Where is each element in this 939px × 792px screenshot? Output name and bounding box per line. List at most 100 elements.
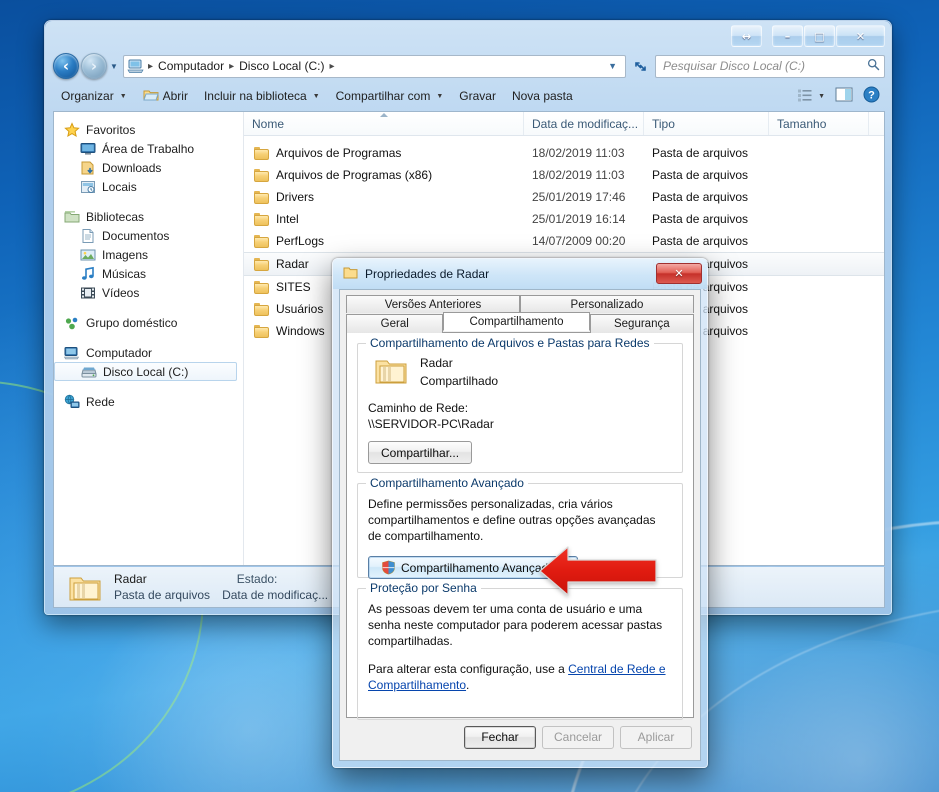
sidebar-section-favoritos[interactable]: Favoritos bbox=[54, 120, 243, 139]
file-type: Pasta de arquivos bbox=[652, 212, 749, 226]
help-button[interactable]: ? bbox=[858, 83, 885, 109]
details-line-2: Pasta de arquivos Data de modificaç... bbox=[114, 588, 328, 602]
open-folder-icon bbox=[142, 88, 159, 105]
toolbar-share-label: Compartilhar com bbox=[335, 89, 431, 103]
toolbar-burn[interactable]: Gravar bbox=[451, 86, 504, 106]
help-icon: ? bbox=[863, 86, 880, 106]
advanced-description: Define permissões personalizadas, cria v… bbox=[368, 497, 656, 543]
sidebar-label: Músicas bbox=[102, 266, 147, 281]
sidebar-item-videos[interactable]: Vídeos bbox=[54, 283, 243, 302]
navigation-pane[interactable]: Favoritos Área de Trabalho Downloads Loc… bbox=[54, 112, 244, 565]
sidebar-item-locais[interactable]: Locais bbox=[54, 177, 243, 196]
file-name: Windows bbox=[276, 324, 325, 338]
password-hint: Para alterar esta configuração, use a Ce… bbox=[368, 661, 672, 693]
group-legend: Proteção por Senha bbox=[366, 581, 481, 595]
group-legend: Compartilhamento Avançado bbox=[366, 476, 528, 490]
change-view-button[interactable]: ▼ bbox=[792, 85, 830, 108]
sidebar-item-disco-local-c[interactable]: Disco Local (C:) bbox=[54, 362, 237, 381]
apply-button[interactable]: Aplicar bbox=[620, 725, 692, 749]
sidebar-section-grupo-domestico[interactable]: Grupo doméstico bbox=[54, 313, 243, 332]
folder-icon bbox=[254, 302, 270, 316]
tab-compartilhamento[interactable]: Compartilhamento bbox=[443, 312, 590, 331]
preview-pane-icon bbox=[835, 87, 853, 105]
sidebar-section-computador[interactable]: Computador bbox=[54, 343, 243, 362]
breadcrumb-item-computador[interactable]: Computador bbox=[155, 59, 227, 73]
share-button[interactable]: Compartilhar... bbox=[368, 441, 473, 464]
sidebar-label: Grupo doméstico bbox=[86, 315, 178, 330]
details-texts: Radar Estado: Pasta de arquivos Data de … bbox=[114, 572, 328, 602]
toolbar-open[interactable]: Abrir bbox=[135, 85, 196, 108]
forward-arrow-icon: › bbox=[90, 57, 98, 75]
close-dialog-button[interactable]: Fechar bbox=[464, 725, 536, 749]
toolbar-share-with[interactable]: Compartilhar com ▼ bbox=[328, 86, 452, 106]
sidebar-item-documentos[interactable]: Documentos bbox=[54, 226, 243, 245]
file-name: Usuários bbox=[276, 302, 324, 316]
toolbar-include-in-library[interactable]: Incluir na biblioteca ▼ bbox=[196, 86, 328, 106]
close-icon: ✕ bbox=[855, 29, 866, 43]
dialog-close-button[interactable]: ✕ bbox=[656, 263, 702, 284]
column-header-tipo[interactable]: Tipo bbox=[644, 112, 769, 135]
column-header-nome[interactable]: Nome bbox=[244, 112, 524, 135]
tab-geral[interactable]: Geral bbox=[346, 314, 444, 333]
harddisk-icon bbox=[81, 364, 97, 380]
address-dropdown-icon[interactable]: ▼ bbox=[602, 61, 623, 71]
annotation-arrow bbox=[538, 545, 658, 597]
sidebar-item-musicas[interactable]: Músicas bbox=[54, 264, 243, 283]
file-date: 25/01/2019 16:14 bbox=[532, 212, 626, 226]
tab-versoes-anteriores[interactable]: Versões Anteriores bbox=[346, 295, 520, 313]
sidebar-label: Bibliotecas bbox=[86, 209, 145, 224]
computer-icon bbox=[127, 58, 144, 74]
explorer-titlebar: ↔ – □ ✕ bbox=[45, 21, 891, 51]
toolbar-include-label: Incluir na biblioteca bbox=[203, 89, 307, 103]
restore-down-icon[interactable]: ↔ bbox=[731, 25, 762, 47]
network-icon bbox=[64, 394, 80, 410]
search-input[interactable]: Pesquisar Disco Local (C:) bbox=[655, 54, 885, 78]
breadcrumb[interactable]: ▸ Computador ▸ Disco Local (C:) ▸ ▼ bbox=[123, 54, 626, 78]
table-row[interactable]: Drivers 25/01/2019 17:46 Pasta de arquiv… bbox=[244, 186, 884, 208]
column-header-data[interactable]: Data de modificaç... bbox=[524, 112, 644, 135]
table-row[interactable]: PerfLogs 14/07/2009 00:20 Pasta de arqui… bbox=[244, 230, 884, 252]
details-name: Radar bbox=[114, 572, 147, 586]
group-network-sharing: Compartilhamento de Arquivos e Pastas pa… bbox=[357, 336, 683, 473]
search-placeholder: Pesquisar Disco Local (C:) bbox=[663, 59, 806, 73]
back-button[interactable]: ‹ bbox=[53, 53, 79, 79]
refresh-button[interactable] bbox=[628, 54, 652, 79]
file-date: 14/07/2009 00:20 bbox=[532, 234, 626, 248]
toolbar-new-folder[interactable]: Nova pasta bbox=[504, 86, 581, 106]
sidebar-section-rede[interactable]: Rede bbox=[54, 392, 243, 411]
sidebar-label: Rede bbox=[86, 394, 115, 409]
minimize-button[interactable]: – bbox=[772, 25, 803, 47]
sidebar-item-downloads[interactable]: Downloads bbox=[54, 158, 243, 177]
recent-pages-button[interactable]: ▼ bbox=[107, 54, 121, 78]
pictures-icon bbox=[80, 247, 96, 263]
chevron-down-icon: ▼ bbox=[436, 92, 444, 100]
sidebar-label: Disco Local (C:) bbox=[103, 364, 189, 379]
command-toolbar: Organizar ▼ Abrir Incluir na biblioteca … bbox=[53, 83, 885, 109]
forward-button[interactable]: › bbox=[81, 53, 107, 79]
cancel-button[interactable]: Cancelar bbox=[542, 725, 614, 749]
close-button[interactable]: ✕ bbox=[836, 25, 885, 47]
table-row[interactable]: Intel 25/01/2019 16:14 Pasta de arquivos bbox=[244, 208, 884, 230]
file-name: Arquivos de Programas (x86) bbox=[276, 168, 433, 182]
password-description: As pessoas devem ter uma conta de usuári… bbox=[368, 602, 663, 648]
tab-personalizado[interactable]: Personalizado bbox=[520, 295, 694, 313]
tab-seguranca[interactable]: Segurança bbox=[589, 314, 694, 333]
table-row[interactable]: Arquivos de Programas (x86) 18/02/2019 1… bbox=[244, 164, 884, 186]
sidebar-item-imagens[interactable]: Imagens bbox=[54, 245, 243, 264]
folder-icon bbox=[254, 324, 270, 338]
sidebar-section-bibliotecas[interactable]: Bibliotecas bbox=[54, 207, 243, 226]
back-arrow-icon: ‹ bbox=[62, 57, 70, 75]
address-bar: ‹ › ▼ ▸ Computador ▸ Disco Local (C:) ▸ … bbox=[53, 53, 885, 79]
share-header: Radar Compartilhado bbox=[368, 356, 672, 388]
tab-panel-compartilhamento: Compartilhamento de Arquivos e Pastas pa… bbox=[346, 332, 694, 720]
table-row[interactable]: Arquivos de Programas 18/02/2019 11:03 P… bbox=[244, 142, 884, 164]
file-name: PerfLogs bbox=[276, 234, 325, 248]
sidebar-item-area-de-trabalho[interactable]: Área de Trabalho bbox=[54, 139, 243, 158]
column-header-tamanho[interactable]: Tamanho bbox=[769, 112, 869, 135]
maximize-button[interactable]: □ bbox=[804, 25, 835, 47]
toolbar-organize-label: Organizar bbox=[61, 89, 114, 103]
breadcrumb-item-disco-local[interactable]: Disco Local (C:) bbox=[236, 59, 327, 73]
toolbar-organize[interactable]: Organizar ▼ bbox=[53, 86, 135, 106]
show-preview-pane-button[interactable] bbox=[830, 84, 858, 108]
